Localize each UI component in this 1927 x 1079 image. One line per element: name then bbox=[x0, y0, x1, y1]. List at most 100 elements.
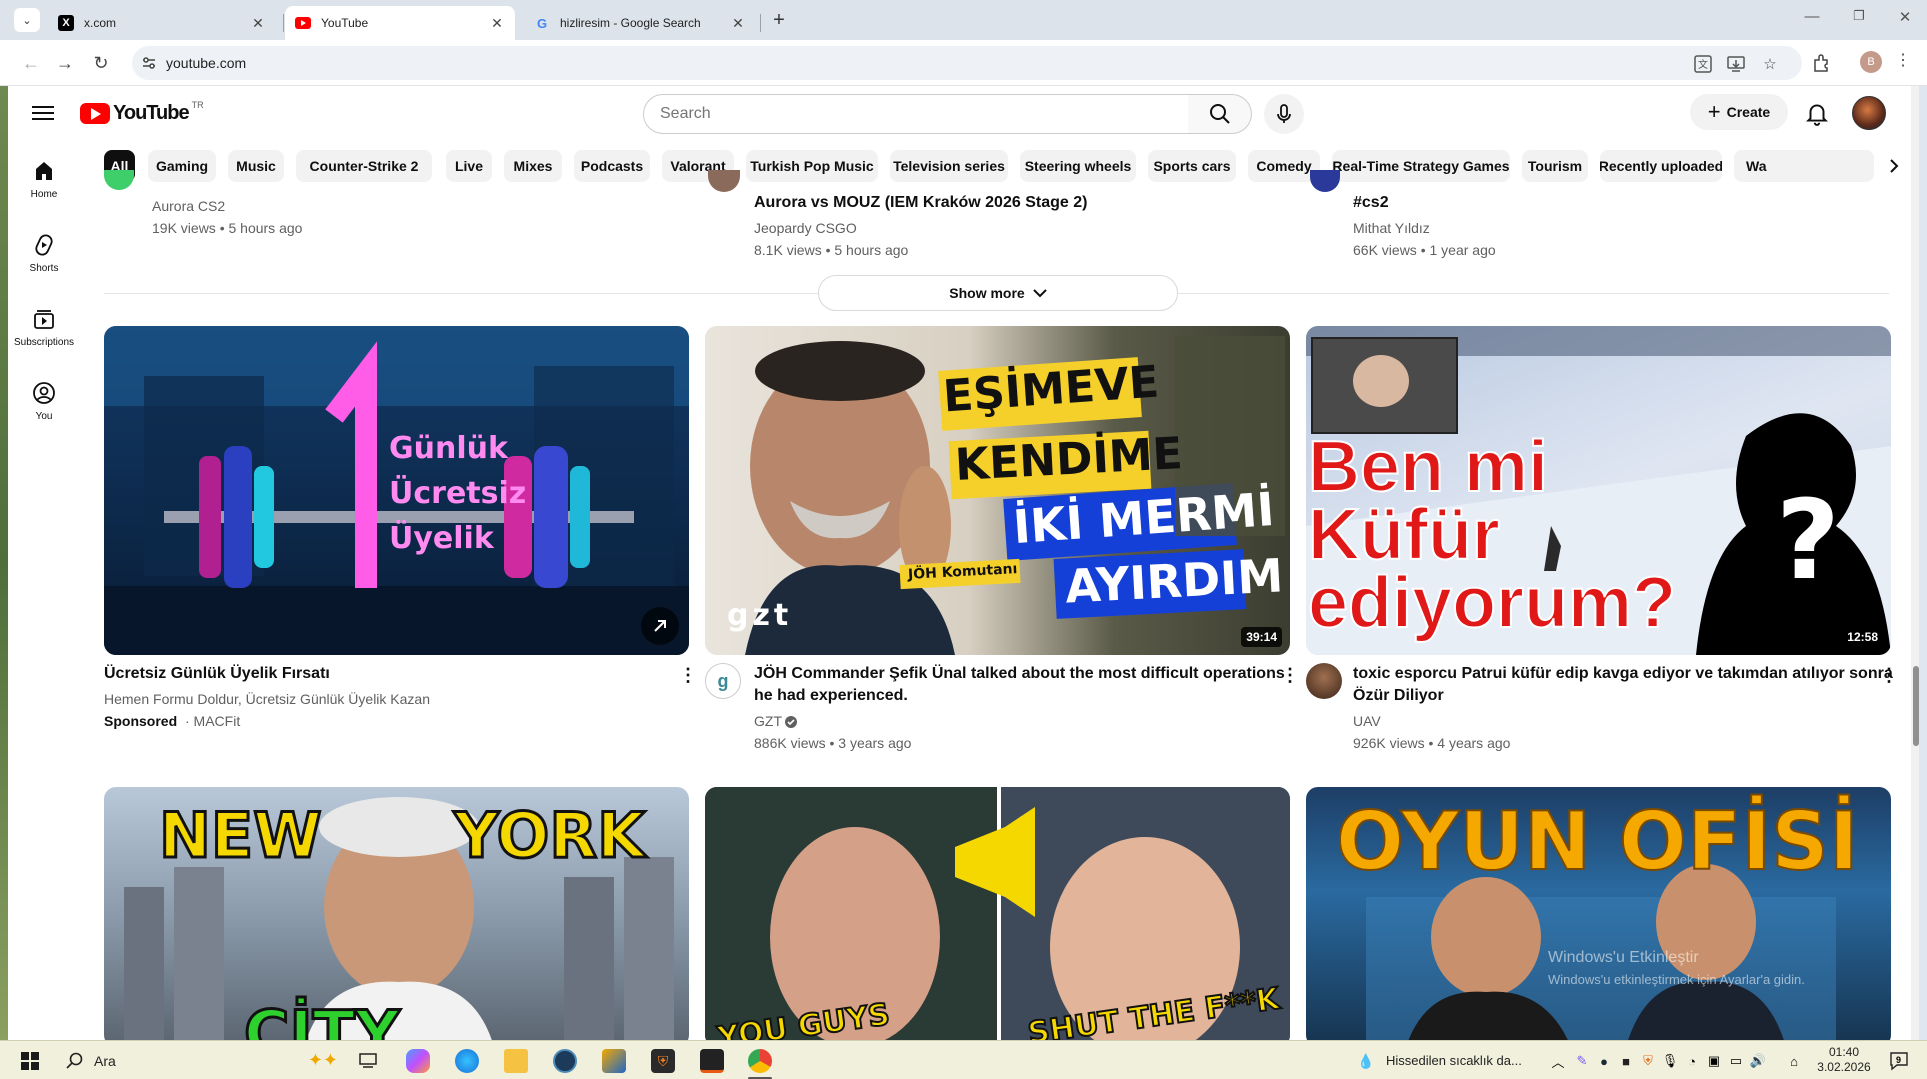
app-icon[interactable] bbox=[602, 1049, 626, 1073]
close-icon[interactable]: ✕ bbox=[250, 15, 266, 32]
video-title[interactable]: Aurora vs MOUZ (IEM Kraków 2026 Stage 2) bbox=[754, 192, 1087, 214]
channel-avatar[interactable]: g bbox=[705, 663, 741, 699]
chip-sports-cars[interactable]: Sports cars bbox=[1148, 150, 1236, 182]
notifications-bell-icon[interactable] bbox=[1804, 100, 1830, 126]
copilot-icon[interactable] bbox=[406, 1049, 430, 1073]
channel-name[interactable]: Aurora CS2 bbox=[152, 196, 225, 216]
task-view-icon[interactable] bbox=[356, 1049, 380, 1073]
translate-icon[interactable]: 文 bbox=[1693, 54, 1713, 74]
video-thumbnail[interactable]: Ben mi Küfür ediyorum? ? 12:58 bbox=[1306, 326, 1891, 655]
site-info-icon[interactable] bbox=[140, 54, 158, 72]
scrollbar-thumb[interactable] bbox=[1913, 666, 1919, 746]
tab-list-button[interactable]: ⌄ bbox=[14, 8, 40, 32]
chip-gaming[interactable]: Gaming bbox=[148, 150, 216, 182]
close-icon[interactable]: ✕ bbox=[730, 15, 746, 32]
more-options-icon[interactable]: ⋮ bbox=[1280, 664, 1300, 686]
create-button[interactable]: + Create bbox=[1690, 94, 1788, 130]
menu-icon[interactable] bbox=[32, 102, 54, 124]
channel-name[interactable]: UAV bbox=[1353, 711, 1381, 731]
more-options-icon[interactable]: ⋮ bbox=[1879, 664, 1899, 686]
browser-profile-avatar[interactable]: B bbox=[1860, 51, 1882, 73]
app-icon[interactable] bbox=[700, 1049, 724, 1073]
tray-shield-icon[interactable]: ⛨ bbox=[1636, 1049, 1660, 1073]
minimize-icon[interactable]: — bbox=[1797, 8, 1827, 25]
bookmark-star-icon[interactable]: ☆ bbox=[1760, 54, 1780, 74]
windows-start-icon[interactable] bbox=[18, 1049, 42, 1073]
show-more-button[interactable]: Show more bbox=[818, 275, 1178, 311]
new-tab-icon[interactable]: + bbox=[766, 8, 792, 32]
chip-tourism[interactable]: Tourism bbox=[1522, 150, 1588, 182]
video-title-line2[interactable]: Özür Diliyor bbox=[1353, 685, 1444, 707]
video-thumbnail[interactable]: EŞİMEVE KENDİME İKİ MERMİ AYIRDIM JÖH Ko… bbox=[705, 326, 1290, 655]
wifi-icon[interactable]: ◔ bbox=[1680, 1049, 1704, 1073]
close-icon[interactable]: ✕ bbox=[489, 15, 505, 32]
video-title[interactable]: Ücretsiz Günlük Üyelik Fırsatı bbox=[104, 663, 330, 685]
guide-item-home[interactable]: Home bbox=[8, 142, 80, 216]
device-icon[interactable]: ⌂ bbox=[1782, 1049, 1806, 1073]
video-title-line2[interactable]: he had experienced. bbox=[754, 685, 908, 707]
chip-recently-uploaded[interactable]: Recently uploaded bbox=[1600, 150, 1722, 182]
guide-item-you[interactable]: You bbox=[8, 364, 80, 438]
back-icon[interactable]: ← bbox=[18, 50, 44, 76]
browser-menu-icon[interactable]: ⋮ bbox=[1895, 50, 1911, 70]
search-input[interactable] bbox=[643, 94, 1189, 134]
video-title[interactable]: toxic esporcu Patrui küfür edip kavga ed… bbox=[1353, 663, 1893, 685]
tab-x[interactable]: X x.com ✕ bbox=[48, 6, 276, 40]
omnibox[interactable]: youtube.com 文 ☆ bbox=[132, 46, 1802, 80]
restore-icon[interactable]: ❐ bbox=[1844, 8, 1874, 24]
extensions-icon[interactable] bbox=[1808, 50, 1834, 76]
battery-icon[interactable]: ▭ bbox=[1724, 1049, 1748, 1073]
channel-avatar[interactable] bbox=[1306, 663, 1342, 699]
volume-icon[interactable]: 🔊 bbox=[1746, 1049, 1770, 1073]
chip-podcasts[interactable]: Podcasts bbox=[574, 150, 650, 182]
video-title[interactable]: JÖH Commander Şefik Ünal talked about th… bbox=[754, 663, 1285, 685]
chip-live[interactable]: Live bbox=[446, 150, 492, 182]
tab-google[interactable]: G hizliresim - Google Search ✕ bbox=[524, 6, 756, 40]
chip-turkish-pop-music[interactable]: Turkish Pop Music bbox=[746, 150, 878, 182]
edge-icon[interactable] bbox=[455, 1049, 479, 1073]
chip-television-series[interactable]: Television series bbox=[890, 150, 1008, 182]
network-icon[interactable]: ▣ bbox=[1702, 1049, 1726, 1073]
reload-icon[interactable]: ↻ bbox=[88, 50, 114, 76]
weather-text[interactable]: Hissedilen sıcaklık da... bbox=[1386, 1053, 1522, 1068]
file-explorer-icon[interactable] bbox=[504, 1049, 528, 1073]
search-button[interactable] bbox=[1188, 94, 1252, 134]
chip-mixes[interactable]: Mixes bbox=[504, 150, 562, 182]
chip-truncated[interactable]: Wa bbox=[1734, 150, 1874, 182]
channel-name[interactable]: Jeopardy CSGO bbox=[754, 218, 857, 238]
more-options-icon[interactable]: ⋮ bbox=[678, 664, 698, 686]
chevron-up-icon[interactable]: ︿ bbox=[1546, 1049, 1570, 1073]
steam-icon[interactable]: ● bbox=[1592, 1049, 1616, 1073]
video-title[interactable]: #cs2 bbox=[1353, 192, 1389, 214]
video-thumbnail[interactable]: 1 Günlük Ücretsiz Üyelik bbox=[104, 326, 689, 655]
shield-app-icon[interactable]: ⛨ bbox=[651, 1049, 675, 1073]
video-thumbnail[interactable]: OYUN OFİSİ bbox=[1306, 787, 1891, 1040]
voice-search-button[interactable] bbox=[1264, 94, 1304, 134]
notification-center-icon[interactable]: 9 bbox=[1886, 1049, 1912, 1073]
youtube-logo[interactable]: YouTube TR bbox=[80, 100, 204, 125]
weather-icon[interactable]: 💧 bbox=[1354, 1049, 1378, 1073]
install-app-icon[interactable] bbox=[1726, 54, 1746, 74]
open-link-icon[interactable] bbox=[641, 607, 679, 645]
channel-name[interactable]: GZT bbox=[754, 711, 782, 731]
forward-icon[interactable]: → bbox=[52, 50, 78, 76]
window-close-icon[interactable]: ✕ bbox=[1890, 8, 1920, 26]
channel-name[interactable]: Mithat Yıldız bbox=[1353, 218, 1430, 238]
chip-music[interactable]: Music bbox=[228, 150, 284, 182]
tray-app-icon[interactable]: ■ bbox=[1614, 1049, 1638, 1073]
tab-youtube[interactable]: YouTube ✕ bbox=[285, 6, 515, 40]
chips-next-button[interactable] bbox=[1874, 148, 1914, 184]
chrome-icon[interactable] bbox=[748, 1049, 772, 1073]
guide-item-shorts[interactable]: Shorts bbox=[8, 216, 80, 290]
taskbar-search-box[interactable]: Ara ✦✦ bbox=[58, 1045, 338, 1076]
video-thumbnail[interactable]: NEW YORK CİTY bbox=[104, 787, 689, 1040]
guide-item-subscriptions[interactable]: Subscriptions bbox=[8, 290, 80, 364]
account-avatar[interactable] bbox=[1852, 96, 1886, 130]
pen-icon[interactable]: ✎ bbox=[1570, 1049, 1594, 1073]
chip-steering-wheels[interactable]: Steering wheels bbox=[1020, 150, 1136, 182]
chip-counter-strike-2[interactable]: Counter-Strike 2 bbox=[296, 150, 432, 182]
app-icon[interactable] bbox=[553, 1049, 577, 1073]
page-scrollbar[interactable] bbox=[1911, 86, 1919, 1040]
system-clock[interactable]: 01:40 3.02.2026 bbox=[1812, 1045, 1876, 1075]
sponsor-name[interactable]: · MACFit bbox=[185, 711, 240, 731]
